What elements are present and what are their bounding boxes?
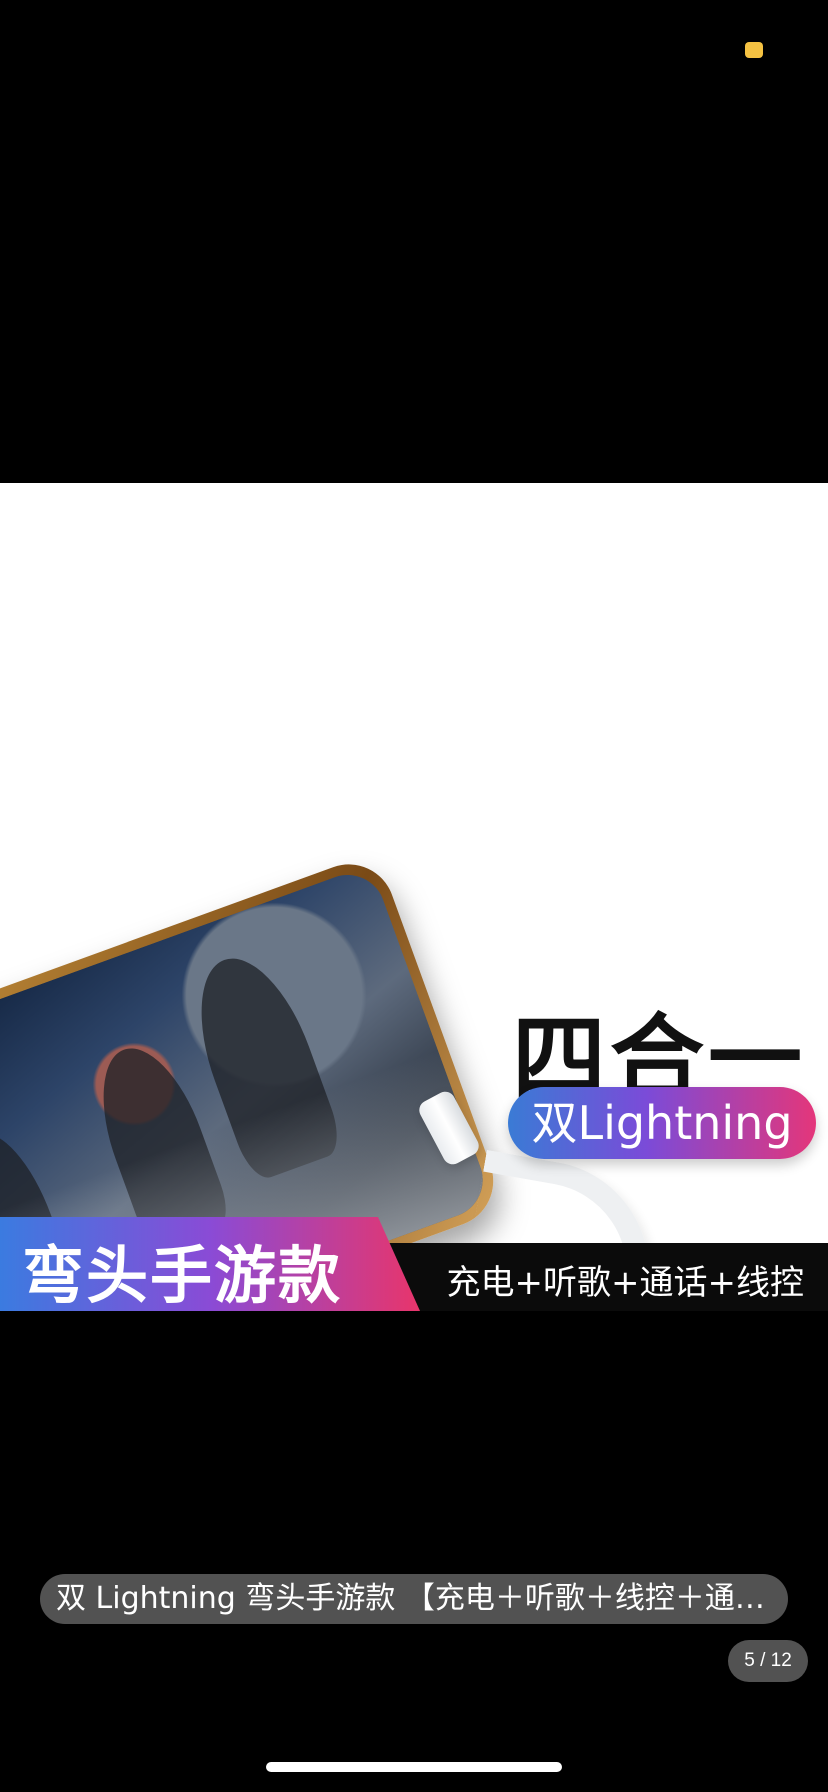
banner-model-label: 弯头手游款 [22, 1239, 343, 1312]
status-indicator-dot [745, 42, 763, 58]
product-image[interactable]: ◡ ⚡ 四合一 双Lightning [0, 483, 828, 1311]
home-indicator[interactable] [266, 1762, 562, 1772]
banner-features: 充电+听歌+通话+线控 [446, 1263, 804, 1303]
image-pager: 5 / 12 [728, 1640, 808, 1682]
banner-model-block: 弯头手游款 [0, 1217, 420, 1311]
product-badge: 双Lightning [508, 1087, 816, 1159]
product-caption[interactable]: 双 Lightning 弯头手游款 【充电＋听歌＋线控＋通… [40, 1574, 788, 1624]
feature-banner: 弯头手游款 充电+听歌+通话+线控 [0, 1217, 828, 1311]
